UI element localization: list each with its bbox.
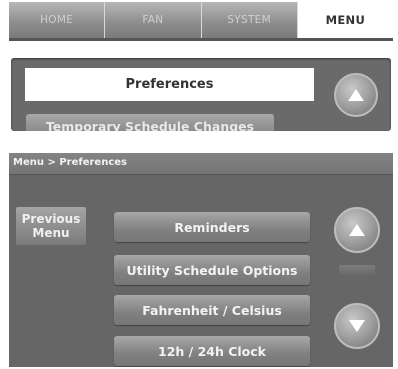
- utility-schedule-options-button[interactable]: Utility Schedule Options: [114, 255, 310, 285]
- up-arrow-icon: [347, 88, 365, 102]
- scroll-position-indicator: [339, 265, 375, 275]
- reminders-button[interactable]: Reminders: [114, 212, 310, 242]
- preferences-panel: Menu > Preferences Previous Menu Reminde…: [9, 153, 393, 367]
- previous-menu-button[interactable]: Previous Menu: [16, 207, 86, 245]
- clock-format-button[interactable]: 12h / 24h Clock: [114, 336, 310, 366]
- menu-list-panel: Preferences Temporary Schedule Changes: [11, 58, 391, 131]
- scroll-down-button[interactable]: [334, 303, 380, 349]
- menu-item-preferences[interactable]: Preferences: [25, 68, 314, 101]
- menu-item-temporary-schedule-changes[interactable]: Temporary Schedule Changes: [26, 114, 274, 131]
- top-tab-bar: HOME FAN SYSTEM MENU: [9, 2, 393, 38]
- scroll-up-button[interactable]: [334, 207, 380, 253]
- fahrenheit-celsius-button[interactable]: Fahrenheit / Celsius: [114, 295, 310, 325]
- scroll-up-button[interactable]: [334, 73, 378, 117]
- breadcrumb: Menu > Preferences: [13, 157, 127, 168]
- up-arrow-icon: [348, 223, 366, 237]
- previous-menu-label-line1: Previous: [21, 212, 81, 226]
- tab-menu[interactable]: MENU: [297, 2, 393, 38]
- breadcrumb-bar: Menu > Preferences: [9, 153, 393, 175]
- tab-bar-underline: [9, 38, 393, 41]
- tab-system[interactable]: SYSTEM: [201, 2, 298, 38]
- previous-menu-label-line2: Menu: [32, 226, 70, 240]
- tab-home[interactable]: HOME: [9, 2, 106, 38]
- down-arrow-icon: [348, 319, 366, 333]
- tab-fan[interactable]: FAN: [105, 2, 202, 38]
